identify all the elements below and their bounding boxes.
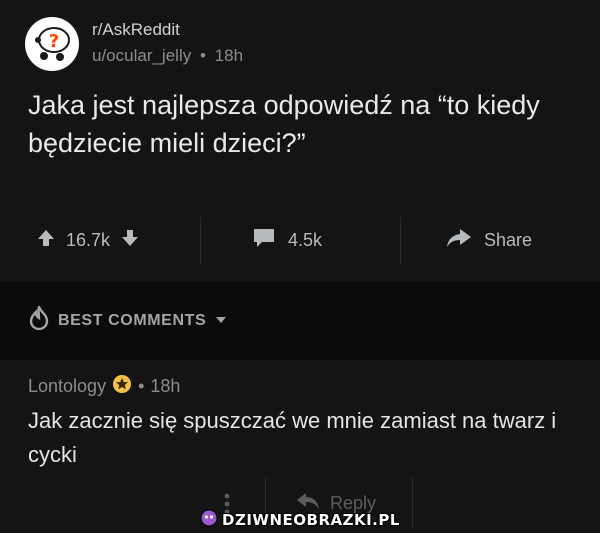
post-actions: 16.7k 4.5k Share xyxy=(0,205,600,275)
upvote-arrow-icon[interactable] xyxy=(36,228,56,253)
post-title[interactable]: Jaka jest najlepsza odpowiedź na “to kie… xyxy=(28,86,588,162)
post-author[interactable]: u/ocular_jelly xyxy=(92,46,191,65)
comment-count: 4.5k xyxy=(288,229,323,250)
watermark-logo-icon xyxy=(200,509,218,532)
subreddit-avatar-icon[interactable]: ? xyxy=(24,16,80,72)
meta-separator: • xyxy=(199,46,206,65)
watermark: DZIWNEOBRAZKI.PL xyxy=(200,509,400,531)
comment-meta-separator: • xyxy=(138,376,145,396)
caret-down-icon xyxy=(214,312,228,330)
sort-label: BEST COMMENTS xyxy=(58,311,207,329)
subreddit-name[interactable]: r/AskReddit xyxy=(92,20,180,40)
comment-action-divider xyxy=(412,478,413,528)
share-label: Share xyxy=(484,229,533,250)
post-meta: u/ocular_jelly • 18h xyxy=(92,46,243,66)
comment-sort-bar: BEST COMMENTS xyxy=(0,282,600,360)
share-arrow-icon xyxy=(446,228,472,253)
downvote-arrow-icon[interactable] xyxy=(120,228,140,253)
watermark-text: DZIWNEOBRAZKI.PL xyxy=(222,511,400,529)
comment-bubble-icon xyxy=(252,227,276,254)
comment-meta: Lontology • 18h xyxy=(28,374,180,399)
vote-group: 16.7k xyxy=(36,205,140,275)
comment-card: Lontology • 18h Jak zacznie się spuszcza… xyxy=(0,360,600,533)
svg-text:?: ? xyxy=(49,31,59,52)
upvote-count: 16.7k xyxy=(66,229,111,250)
action-divider xyxy=(400,217,401,265)
comment-time: 18h xyxy=(150,376,181,396)
post-card: ? r/AskReddit u/ocular_jelly • 18h Jaka … xyxy=(0,0,600,282)
star-award-icon xyxy=(112,374,132,399)
flame-icon xyxy=(28,303,50,335)
comments-button[interactable]: 4.5k xyxy=(252,205,322,275)
comment-author[interactable]: Lontology xyxy=(28,376,106,397)
comment-body[interactable]: Jak zacznie się spuszczać we mnie zamias… xyxy=(28,404,568,472)
action-divider xyxy=(200,217,201,265)
post-time: 18h xyxy=(214,46,244,65)
sort-dropdown[interactable]: BEST COMMENTS xyxy=(28,303,228,335)
share-button[interactable]: Share xyxy=(446,205,532,275)
